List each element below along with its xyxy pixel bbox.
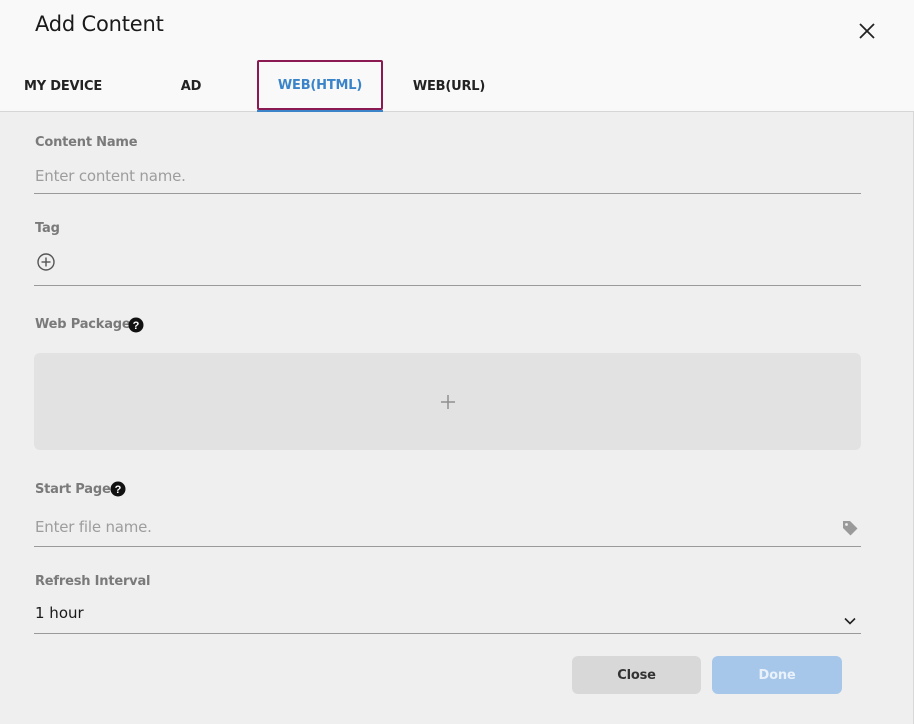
- active-tab-indicator: [257, 110, 383, 112]
- tab-my-device[interactable]: MY DEVICE: [14, 62, 112, 110]
- refresh-interval-underline: [34, 600, 861, 634]
- question-circle-icon[interactable]: ?: [110, 481, 126, 497]
- add-content-dialog: Add Content MY DEVICE AD WEB(HTML) WEB(U…: [0, 0, 914, 724]
- svg-text:?: ?: [115, 484, 122, 496]
- refresh-interval-label: Refresh Interval: [35, 574, 151, 589]
- dialog-title: Add Content: [35, 12, 164, 36]
- close-icon[interactable]: [855, 19, 879, 43]
- content-name-label: Content Name: [35, 135, 138, 150]
- tab-web-html[interactable]: WEB(HTML): [257, 60, 383, 110]
- web-package-label: Web Package: [35, 317, 131, 332]
- start-page-underline: [34, 512, 861, 547]
- svg-text:?: ?: [133, 320, 140, 332]
- close-button[interactable]: Close: [572, 656, 701, 694]
- content-name-underline: [34, 160, 861, 194]
- tab-ad[interactable]: AD: [160, 62, 222, 110]
- tag-label: Tag: [35, 221, 60, 236]
- done-button[interactable]: Done: [712, 656, 842, 694]
- tab-web-url[interactable]: WEB(URL): [404, 62, 494, 110]
- question-circle-icon[interactable]: ?: [128, 317, 144, 333]
- dialog-header: Add Content MY DEVICE AD WEB(HTML) WEB(U…: [0, 0, 914, 112]
- web-package-dropzone[interactable]: [34, 353, 861, 450]
- start-page-label: Start Page: [35, 482, 111, 497]
- plus-icon: [440, 394, 456, 410]
- tag-underline: [34, 250, 861, 286]
